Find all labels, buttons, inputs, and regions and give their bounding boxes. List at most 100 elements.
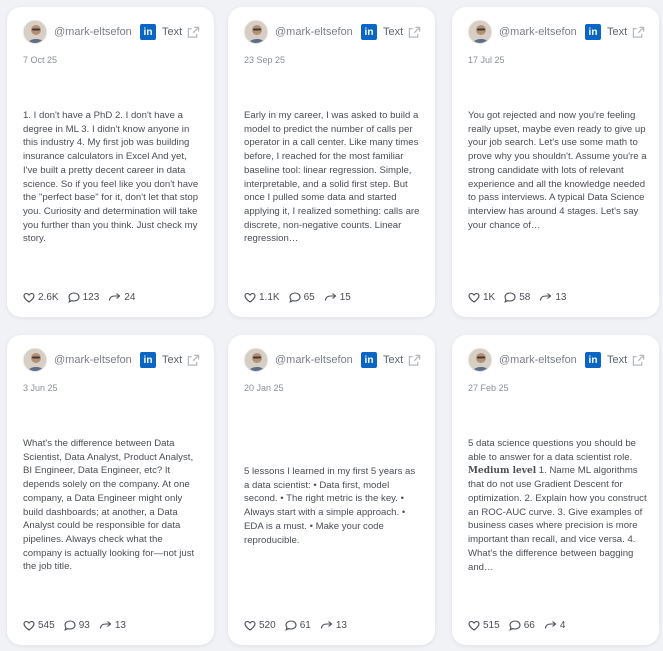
post-text-bold: Medium level	[468, 466, 537, 477]
reposts-stat: 13	[99, 620, 126, 631]
likes-stat: 515	[468, 620, 500, 631]
reposts-stat: 15	[324, 292, 351, 303]
repost-icon	[324, 293, 337, 301]
comments-stat: 66	[508, 620, 535, 631]
post-type-label: Text	[383, 26, 404, 38]
post-text: Early in my career, I was asked to build…	[244, 110, 420, 245]
post-card[interactable]: @mark-eltsefon in Text 20 Jan 25 5 lesso…	[228, 335, 435, 645]
post-stats: 520 61 13	[244, 620, 356, 631]
post-date: 23 Sep 25	[244, 55, 286, 65]
likes-stat: 2.6K	[23, 292, 59, 303]
likes-stat: 520	[244, 620, 276, 631]
avatar	[468, 20, 492, 44]
card-header: @mark-eltsefon in Text	[23, 19, 200, 45]
comment-icon	[63, 620, 76, 631]
comment-icon	[504, 292, 516, 303]
post-text: What's the difference between Data Scien…	[23, 438, 195, 573]
author-handle[interactable]: @mark-eltsefon	[499, 26, 579, 38]
comment-icon	[288, 292, 301, 303]
comment-icon	[67, 292, 80, 303]
post-card[interactable]: @mark-eltsefon in Text 3 Jun 25 What's t…	[7, 335, 214, 645]
linkedin-icon: in	[585, 24, 601, 40]
repost-icon	[109, 293, 121, 301]
post-text: You got rejected and now you're feeling …	[468, 110, 647, 231]
author-handle[interactable]: @mark-eltsefon	[54, 354, 134, 366]
comments-count: 65	[303, 292, 315, 303]
heart-icon	[468, 620, 480, 631]
likes-count: 1K	[483, 292, 496, 303]
comment-icon	[284, 620, 297, 631]
post-card[interactable]: @mark-eltsefon in Text 23 Sep 25 Early i…	[228, 7, 435, 317]
reposts-count: 15	[339, 292, 351, 303]
external-link-icon[interactable]	[186, 25, 200, 39]
post-text: 5 data science questions you should be a…	[468, 437, 647, 574]
heart-icon	[468, 292, 480, 303]
reposts-stat: 24	[108, 292, 135, 303]
post-date: 17 Jul 25	[468, 55, 505, 65]
avatar	[23, 20, 47, 44]
external-link-icon[interactable]	[407, 25, 421, 39]
reposts-count: 24	[124, 292, 136, 303]
author-handle[interactable]: @mark-eltsefon	[54, 26, 134, 38]
external-link-icon[interactable]	[631, 353, 645, 367]
post-card[interactable]: @mark-eltsefon in Text 7 Oct 25 1. I don…	[7, 7, 214, 317]
likes-count: 545	[38, 620, 55, 631]
card-header: @mark-eltsefon in Text	[468, 347, 645, 373]
post-card[interactable]: @mark-eltsefon in Text 17 Jul 25 You got…	[452, 7, 659, 317]
repost-icon	[540, 293, 552, 301]
comments-stat: 58	[504, 292, 530, 303]
post-date: 3 Jun 25	[23, 383, 58, 393]
comments-stat: 93	[63, 620, 90, 631]
linkedin-icon: in	[585, 352, 601, 368]
reposts-stat: 4	[544, 620, 566, 631]
post-type-label: Text	[162, 26, 183, 38]
heart-icon	[244, 292, 256, 303]
card-header: @mark-eltsefon in Text	[23, 347, 200, 373]
reposts-count: 13	[555, 292, 567, 303]
comments-count: 58	[519, 292, 531, 303]
reposts-count: 4	[559, 620, 566, 631]
author-handle[interactable]: @mark-eltsefon	[275, 26, 355, 38]
external-link-icon[interactable]	[631, 25, 645, 39]
external-link-icon[interactable]	[407, 353, 421, 367]
likes-count: 1.1K	[259, 292, 280, 303]
post-type-label: Text	[607, 26, 628, 38]
reposts-stat: 13	[320, 620, 347, 631]
post-text-intro: 5 data science questions you should be a…	[468, 438, 637, 463]
external-link-icon[interactable]	[186, 353, 200, 367]
post-date: 27 Feb 25	[468, 383, 509, 393]
comment-icon	[508, 620, 521, 631]
reposts-count: 13	[335, 620, 347, 631]
comments-count: 61	[299, 620, 311, 631]
post-stats: 1K 58 13	[468, 292, 575, 303]
post-stats: 1.1K 65 15	[244, 292, 360, 303]
likes-count: 520	[259, 620, 276, 631]
likes-count: 515	[483, 620, 500, 631]
card-header: @mark-eltsefon in Text	[244, 19, 421, 45]
avatar	[468, 348, 492, 372]
card-header: @mark-eltsefon in Text	[244, 347, 421, 373]
linkedin-icon: in	[140, 352, 156, 368]
reposts-stat: 13	[539, 292, 566, 303]
comments-count: 93	[78, 620, 90, 631]
comments-stat: 123	[67, 292, 99, 303]
comments-count: 66	[523, 620, 535, 631]
likes-count: 2.6K	[38, 292, 59, 303]
linkedin-icon: in	[361, 24, 377, 40]
author-handle[interactable]: @mark-eltsefon	[275, 354, 355, 366]
post-type-label: Text	[383, 354, 404, 366]
post-date: 7 Oct 25	[23, 55, 58, 65]
avatar	[23, 348, 47, 372]
likes-stat: 1K	[468, 292, 495, 303]
post-text: 5 lessons I learned in my first 5 years …	[244, 466, 416, 546]
repost-icon	[99, 621, 112, 629]
repost-icon	[320, 621, 333, 629]
avatar	[244, 20, 268, 44]
post-card[interactable]: @mark-eltsefon in Text 27 Feb 25 5 data …	[452, 335, 659, 645]
reposts-count: 13	[114, 620, 126, 631]
heart-icon	[23, 292, 35, 303]
likes-stat: 545	[23, 620, 55, 631]
author-handle[interactable]: @mark-eltsefon	[499, 354, 579, 366]
post-date: 20 Jan 25	[244, 383, 284, 393]
avatar	[244, 348, 268, 372]
